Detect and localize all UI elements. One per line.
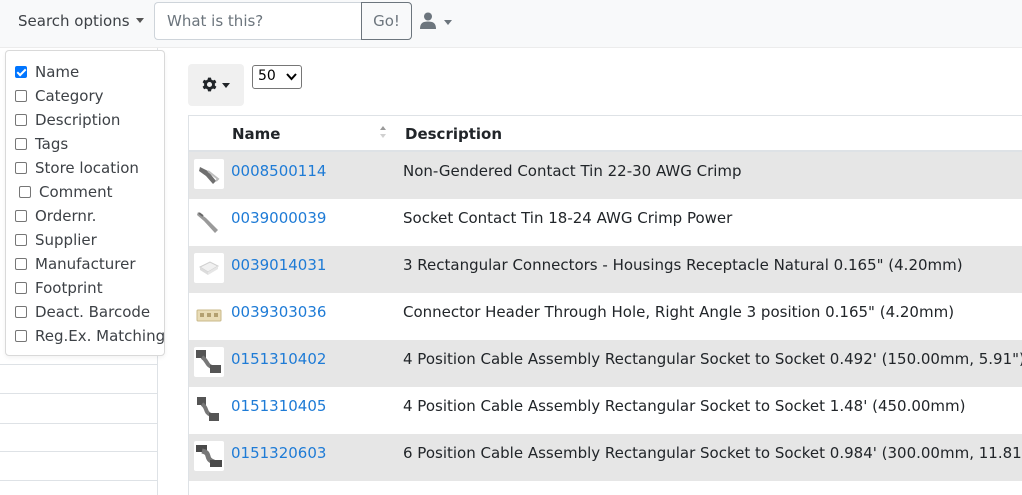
search-option-footprint[interactable]: Footprint	[15, 276, 164, 300]
table-row: 0039000039 Socket Contact Tin 18-24 AWG …	[189, 199, 1022, 246]
search-option-store-location[interactable]: Store location	[15, 156, 164, 180]
connector-housing-icon	[198, 261, 220, 275]
option-label: Comment	[39, 183, 113, 201]
connector-header-icon	[196, 309, 222, 322]
search-options-label: Search options	[18, 12, 130, 30]
part-description: Socket Contact Tin 18-24 AWG Crimp Power	[403, 209, 733, 227]
option-label: Category	[35, 87, 104, 105]
option-label: Tags	[35, 135, 69, 153]
table-row: 0151310405 4 Position Cable Assembly Rec…	[189, 387, 1022, 434]
part-thumbnail[interactable]	[194, 206, 224, 236]
checkbox-ordernr[interactable]	[15, 210, 27, 222]
caret-down-icon	[222, 83, 230, 88]
option-label: Name	[35, 63, 80, 81]
page-size-value: 50	[258, 68, 276, 84]
checkbox-category[interactable]	[15, 90, 27, 102]
option-label: Store location	[35, 159, 139, 177]
crimp-contact-icon	[199, 167, 220, 184]
part-name-link[interactable]: 0039014031	[231, 256, 326, 274]
search-option-deact-barcode[interactable]: Deact. Barcode	[15, 300, 164, 324]
table-header: Name Description	[189, 116, 1022, 152]
checkbox-regex-matching[interactable]	[15, 330, 27, 342]
user-menu[interactable]	[420, 12, 456, 32]
part-name-link[interactable]: 0151310405	[231, 397, 326, 415]
part-description: 6 Position Cable Assembly Rectangular So…	[403, 444, 1022, 462]
go-button[interactable]: Go!	[361, 2, 412, 40]
search-input[interactable]	[154, 2, 361, 40]
part-name-link[interactable]: 0008500114	[231, 162, 326, 180]
sidebar-divider	[0, 451, 157, 452]
cable-assembly-icon	[197, 397, 219, 421]
part-description: 4 Position Cable Assembly Rectangular So…	[403, 350, 1022, 368]
option-label: Deact. Barcode	[35, 303, 151, 321]
part-thumbnail[interactable]	[194, 394, 224, 424]
sidebar-divider	[0, 423, 157, 424]
part-description: Connector Header Through Hole, Right Ang…	[403, 303, 955, 321]
table-row: 0039014031 3 Rectangular Connectors - Ho…	[189, 246, 1022, 293]
option-label: Supplier	[35, 231, 97, 249]
option-label: Manufacturer	[35, 255, 136, 273]
gear-icon	[202, 77, 217, 92]
caret-down-icon	[444, 20, 452, 25]
part-description: Non-Gendered Contact Tin 22-30 AWG Crimp	[403, 162, 742, 180]
checkbox-comment[interactable]	[19, 186, 31, 198]
search-options-toggle[interactable]: Search options	[18, 12, 144, 34]
part-thumbnail[interactable]	[194, 159, 224, 189]
user-icon	[420, 12, 436, 29]
checkbox-description[interactable]	[15, 114, 27, 126]
checkbox-deact-barcode[interactable]	[15, 306, 27, 318]
search-option-tags[interactable]: Tags	[15, 132, 164, 156]
table-row: 0151320603 6 Position Cable Assembly Rec…	[189, 434, 1022, 481]
part-description: 4 Position Cable Assembly Rectangular So…	[403, 397, 966, 415]
part-name-link[interactable]: 0151310402	[231, 350, 326, 368]
column-settings-button[interactable]	[188, 64, 244, 106]
option-label: Description	[35, 111, 121, 129]
table-row: 0151310402 4 Position Cable Assembly Rec…	[189, 340, 1022, 387]
caret-down-icon	[135, 18, 144, 23]
option-label: Reg.Ex. Matching	[35, 327, 166, 345]
sidebar-divider	[0, 480, 157, 481]
sidebar-divider	[0, 393, 157, 394]
search-options-menu: Name Category Description Tags Store loc…	[5, 50, 165, 356]
sort-icon[interactable]	[379, 125, 387, 139]
parts-table: Name Description 0008500114 Non-Gendered…	[188, 115, 1022, 495]
search-option-manufacturer[interactable]: Manufacturer	[15, 252, 164, 276]
checkbox-footprint[interactable]	[15, 282, 27, 294]
table-row: 0008500114 Non-Gendered Contact Tin 22-3…	[189, 152, 1022, 199]
part-thumbnail[interactable]	[194, 441, 224, 471]
part-thumbnail[interactable]	[194, 300, 224, 330]
search-option-ordernr[interactable]: Ordernr.	[15, 204, 164, 228]
cable-assembly-icon	[196, 350, 221, 373]
option-label: Ordernr.	[35, 207, 97, 225]
socket-contact-icon	[197, 212, 218, 233]
search-option-category[interactable]: Category	[15, 84, 164, 108]
top-navbar: Search options Go!	[0, 0, 1022, 48]
search-option-description[interactable]: Description	[15, 108, 164, 132]
checkbox-store-location[interactable]	[15, 162, 27, 174]
search-option-comment[interactable]: Comment	[15, 180, 164, 204]
part-description: 3 Rectangular Connectors - Housings Rece…	[403, 256, 963, 274]
checkbox-manufacturer[interactable]	[15, 258, 27, 270]
checkbox-name[interactable]	[15, 66, 27, 78]
search-option-regex-matching[interactable]: Reg.Ex. Matching	[15, 324, 166, 348]
search-option-supplier[interactable]: Supplier	[15, 228, 164, 252]
chevron-down-icon	[286, 73, 297, 81]
checkbox-tags[interactable]	[15, 138, 27, 150]
part-name-link[interactable]: 0039303036	[231, 303, 326, 321]
sidebar-divider	[0, 364, 157, 365]
column-header-name[interactable]: Name	[232, 125, 280, 143]
cable-assembly-icon	[196, 445, 222, 467]
part-name-link[interactable]: 0151320603	[231, 444, 326, 462]
option-label: Footprint	[35, 279, 103, 297]
part-thumbnail[interactable]	[194, 347, 224, 377]
column-header-description[interactable]: Description	[405, 125, 502, 143]
part-thumbnail[interactable]	[194, 253, 224, 283]
table-row: 0039303036 Connector Header Through Hole…	[189, 293, 1022, 340]
search-option-name[interactable]: Name	[15, 60, 164, 84]
page-size-select[interactable]: 50	[252, 65, 302, 89]
part-name-link[interactable]: 0039000039	[231, 209, 326, 227]
checkbox-supplier[interactable]	[15, 234, 27, 246]
